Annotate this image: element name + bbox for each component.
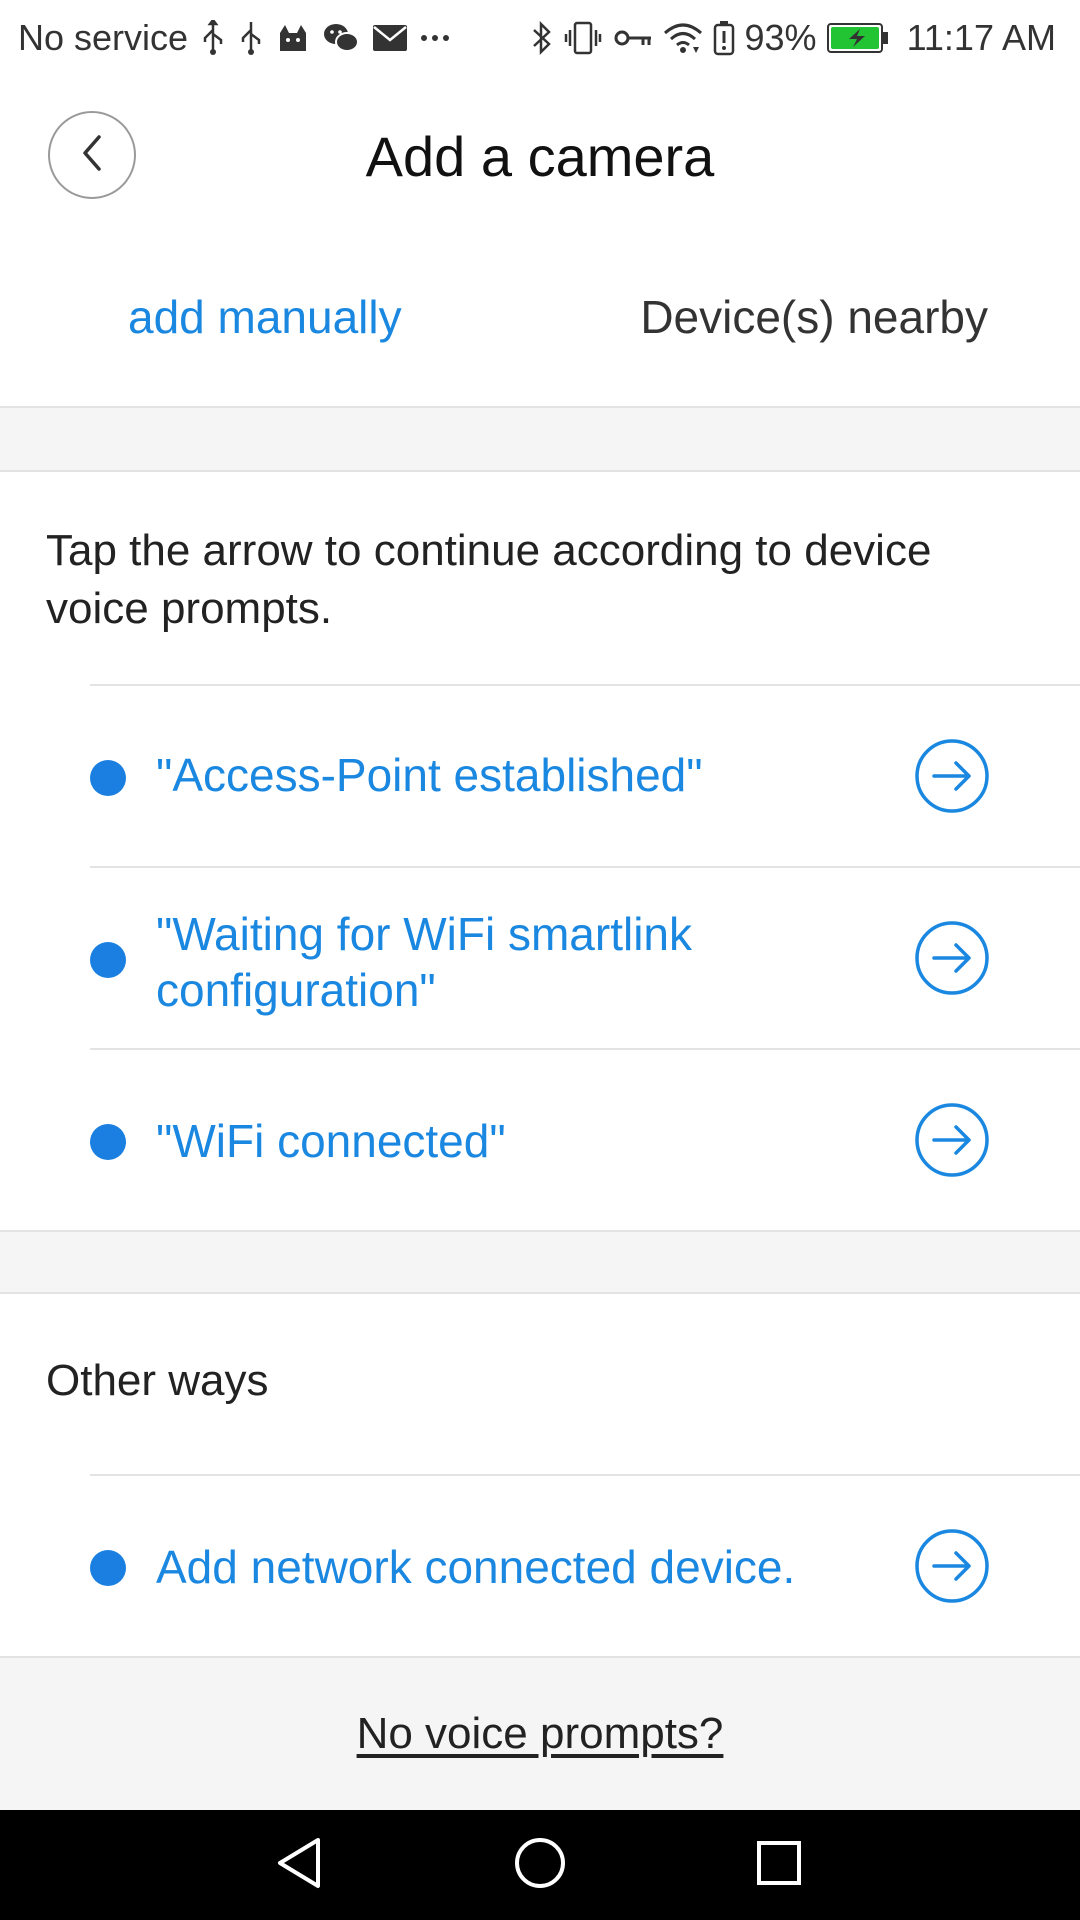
battery-percent: 93%: [744, 17, 817, 58]
status-bar: No service 93% 11:17 AM: [0, 0, 1080, 76]
bullet-dot: [90, 760, 126, 796]
tab-add-manually[interactable]: add manually: [0, 236, 558, 406]
status-bar-left: No service: [18, 14, 450, 62]
vpn-key-icon: [613, 18, 653, 58]
battery-alert-icon: [713, 18, 735, 58]
other-way-row-network-device[interactable]: Add network connected device.: [90, 1474, 1080, 1656]
section-separator: [0, 1230, 1080, 1294]
no-voice-prompts-link[interactable]: No voice prompts?: [357, 1709, 724, 1759]
bullet-dot: [90, 1124, 126, 1160]
header: Add a camera: [0, 76, 1080, 236]
prompt-row-smartlink[interactable]: "Waiting for WiFi smartlink configuratio…: [90, 866, 1080, 1048]
bullet-dot: [90, 1550, 126, 1586]
arrow-right-circle-icon[interactable]: [914, 920, 990, 996]
clock: 11:17 AM: [906, 17, 1056, 58]
arrow-right-circle-icon[interactable]: [914, 1528, 990, 1604]
square-recents-icon: [754, 1838, 804, 1893]
system-navigation-bar: [0, 1810, 1080, 1920]
tab-bar: add manually Device(s) nearby: [0, 236, 1080, 408]
prompt-label: "WiFi connected": [156, 1115, 506, 1167]
page-title: Add a camera: [365, 125, 715, 188]
mail-icon: [372, 18, 408, 58]
more-icon: [420, 18, 450, 58]
other-way-label: Add network connected device.: [156, 1541, 796, 1593]
nav-home-button[interactable]: [507, 1832, 573, 1898]
cat-app-icon: [276, 18, 310, 58]
vibrate-icon: [563, 18, 603, 58]
circle-home-icon: [513, 1836, 567, 1895]
status-bar-right: 93% 11:17 AM: [531, 14, 1056, 62]
prompt-label: "Access-Point established": [156, 749, 703, 801]
prompt-row-access-point[interactable]: "Access-Point established": [90, 684, 1080, 866]
carrier-text: No service: [18, 17, 189, 58]
usb-icon: [238, 18, 264, 58]
bullet-dot: [90, 942, 126, 978]
wechat-icon: [322, 18, 360, 58]
tab-devices-nearby[interactable]: Device(s) nearby: [558, 236, 1080, 406]
footer: No voice prompts?: [0, 1656, 1080, 1810]
arrow-right-circle-icon[interactable]: [914, 738, 990, 814]
nav-recents-button[interactable]: [746, 1832, 812, 1898]
instruction-text: Tap the arrow to continue according to d…: [46, 526, 932, 633]
other-ways-title: Other ways: [46, 1356, 269, 1405]
arrow-right-circle-icon[interactable]: [914, 1102, 990, 1178]
triangle-back-icon: [274, 1836, 324, 1895]
bluetooth-icon: [531, 18, 553, 58]
prompt-label: "Waiting for WiFi smartlink configuratio…: [156, 908, 693, 1016]
prompt-row-wifi-connected[interactable]: "WiFi connected": [90, 1048, 1080, 1230]
section-separator: [0, 408, 1080, 472]
nav-back-button[interactable]: [266, 1832, 332, 1898]
usb-icon: [200, 18, 226, 58]
battery-icon: [826, 18, 889, 58]
wifi-icon: [663, 18, 703, 58]
